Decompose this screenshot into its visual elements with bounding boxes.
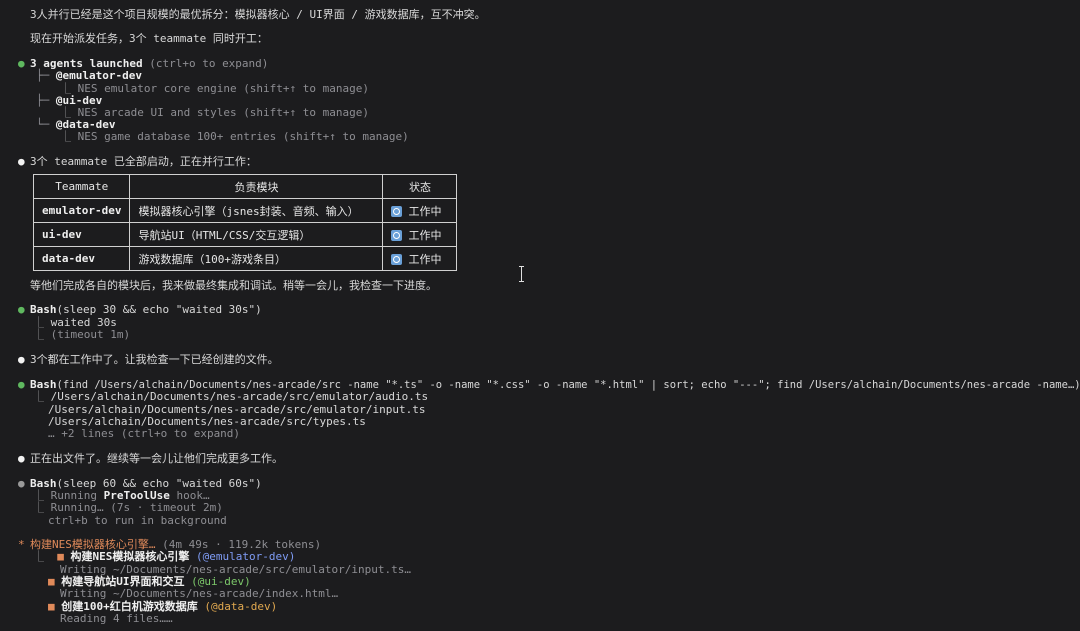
status-dot-icon: ● [18, 303, 25, 316]
table-cell: ui-dev [32, 222, 131, 247]
message-text: 等他们完成各自的模块后，我来做最终集成和调试。稍等一会儿，我检查一下进度。 [30, 279, 437, 292]
table-cell: 工作中 [382, 246, 458, 271]
bash-call[interactable]: ● Bash(sleep 30 && echo "waited 30s") [18, 303, 262, 316]
working-icon [391, 229, 403, 241]
table-header: Teammate [32, 174, 131, 199]
table-cell: 工作中 [382, 198, 458, 223]
message-line: ● 3个都在工作中了。让我检查一下已经创建的文件。 [18, 353, 279, 366]
pending-dot-icon: ● [18, 477, 25, 490]
working-icon [391, 205, 403, 217]
tree-branch-icon: ├─ [36, 69, 50, 82]
tree-branch-icon: ├─ [36, 94, 50, 107]
task-square-icon: ■ [57, 550, 64, 563]
task-square-icon: ■ [48, 600, 55, 613]
table-cell: data-dev [32, 246, 131, 271]
message-dot-icon: ● [18, 452, 25, 465]
message-text: 3人并行已经是这个项目规模的最优拆分：模拟器核心 / UI界面 / 游戏数据库，… [30, 8, 486, 21]
table-cell: 导航站UI（HTML/CSS/交互逻辑） [129, 222, 384, 247]
table-cell: emulator-dev [32, 198, 131, 223]
expand-hint[interactable]: … +2 lines (ctrl+o to expand) [48, 427, 240, 440]
message-dot-icon: ● [18, 353, 25, 366]
message-dot-icon: ● [18, 155, 25, 168]
bash-progress: ⎿ Running… (7s · timeout 2m) [33, 501, 223, 514]
task-subtext: Writing ~/Documents/nes-arcade/index.htm… [60, 587, 339, 600]
background-hint: ctrl+b to run in background [48, 514, 227, 527]
table-row: data-dev 游戏数据库（100+游戏条目） 工作中 [32, 246, 458, 271]
bash-output: ⎿ (timeout 1m) [33, 328, 131, 341]
elbow-icon: ⎿ [33, 390, 44, 403]
task-square-icon: ■ [48, 575, 55, 588]
table-header: 负责模块 [129, 174, 384, 199]
terminal-window: 3人并行已经是这个项目规模的最优拆分：模拟器核心 / UI界面 / 游戏数据库，… [0, 0, 1080, 631]
table-cell: 工作中 [382, 222, 458, 247]
agent-row[interactable]: ├─ @emulator-dev [36, 69, 142, 82]
table-cell: 游戏数据库（100+游戏条目） [129, 246, 384, 271]
working-icon [391, 253, 403, 265]
elbow-icon: ⎿ [60, 130, 71, 143]
message-line: ● 3个 teammate 已全部启动，正在并行工作： [18, 155, 257, 168]
agent-desc: ⎿ NES game database 100+ entries (shift+… [60, 130, 409, 143]
status-dot-icon: ● [18, 57, 25, 70]
status-dot-icon: ● [18, 378, 25, 391]
message-text: 现在开始派发任务，3个 teammate 同时开工： [30, 32, 268, 45]
teammate-table: Teammate 负责模块 状态 emulator-dev 模拟器核心引擎（js… [32, 174, 458, 271]
elbow-icon: ⎿ [33, 328, 44, 341]
tree-end-icon: └─ [36, 118, 50, 131]
elbow-icon: ⎿ [33, 501, 44, 514]
message-line: ● 正在出文件了。继续等一会儿让他们完成更多工作。 [18, 452, 283, 465]
spinner-star-icon: * [18, 538, 25, 551]
table-header-row: Teammate 负责模块 状态 [32, 174, 458, 199]
table-cell: 模拟器核心引擎（jsnes封装、音频、输入） [129, 198, 384, 223]
table-row: emulator-dev 模拟器核心引擎（jsnes封装、音频、输入） 工作中 [32, 198, 458, 223]
bash-output: ⎿ /Users/alchain/Documents/nes-arcade/sr… [33, 390, 429, 403]
elbow-icon: ⎿ [33, 550, 44, 563]
table-row: ui-dev 导航站UI（HTML/CSS/交互逻辑） 工作中 [32, 222, 458, 247]
text-cursor-icon [519, 266, 525, 282]
agent-desc: ⎿ NES emulator core engine (shift+↑ to m… [60, 82, 370, 95]
table-header: 状态 [382, 174, 458, 199]
task-subtext: Reading 4 files…… [60, 612, 173, 625]
task-item: ⎿ ■ 构建NES模拟器核心引擎 (@emulator-dev) [33, 550, 296, 563]
